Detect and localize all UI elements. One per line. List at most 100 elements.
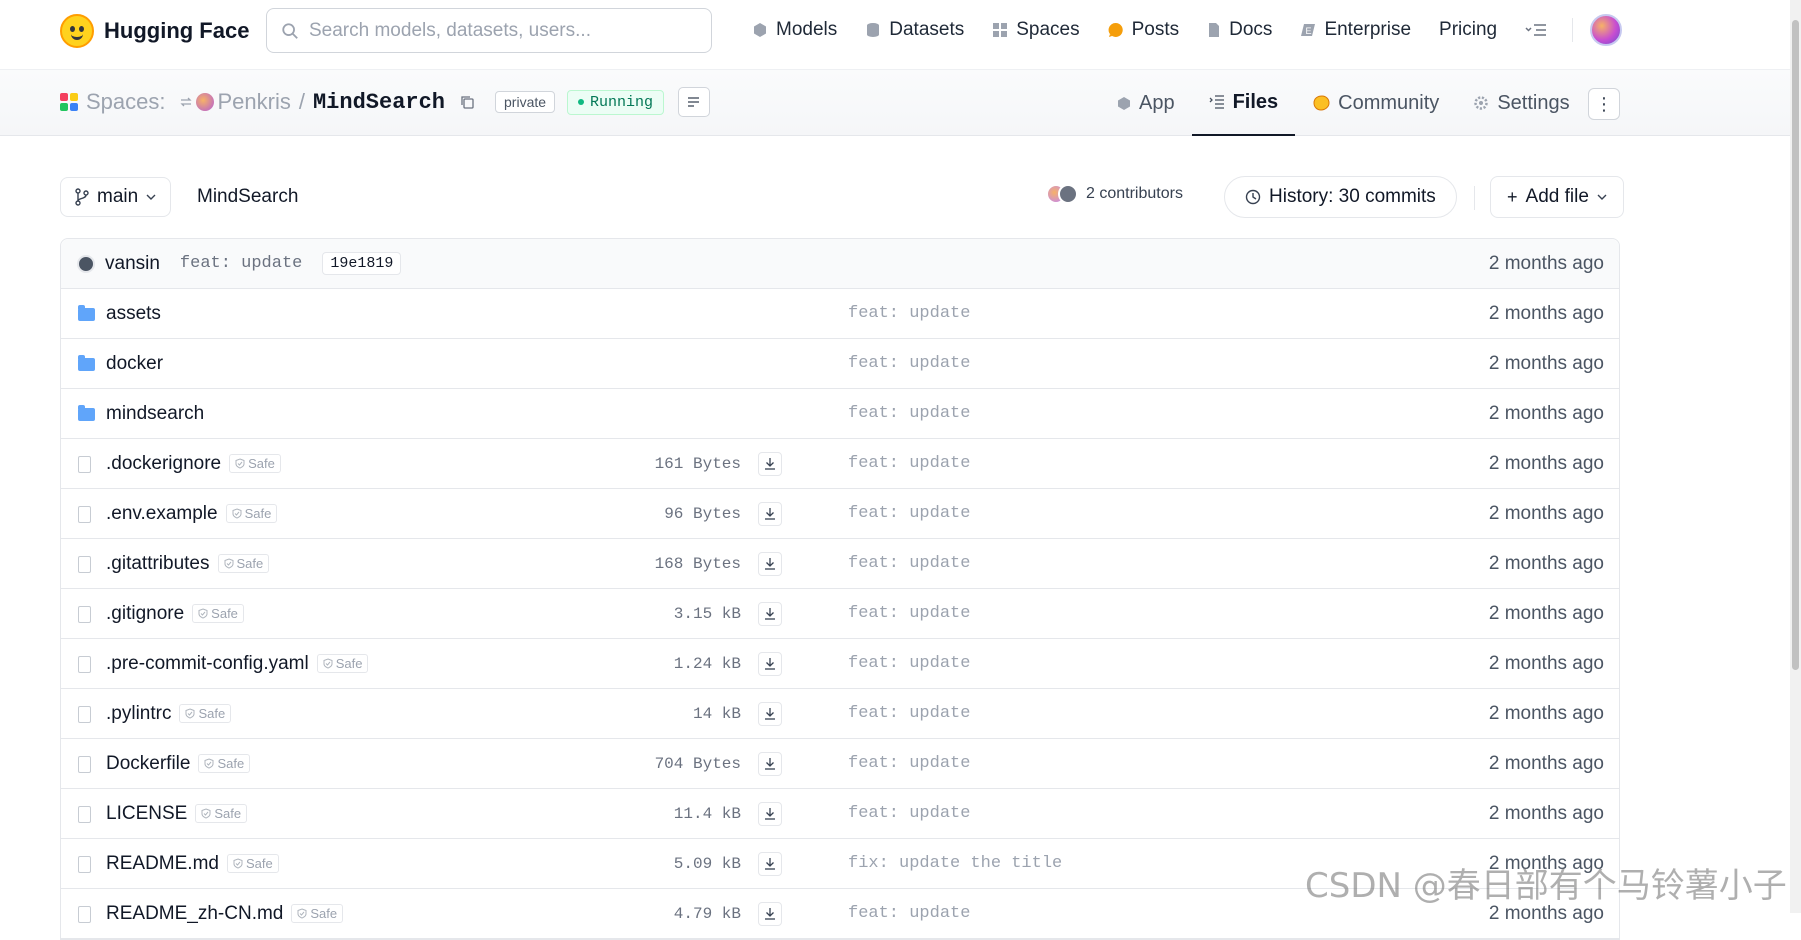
file-row[interactable]: .pre-commit-config.yaml Safe 1.24 kB feat: …	[61, 639, 1619, 689]
file-name-link[interactable]: Dockerfile Safe	[106, 753, 251, 775]
nav-posts[interactable]: Posts	[1108, 19, 1179, 41]
download-button[interactable]	[758, 851, 782, 876]
file-row[interactable]: .pylintrc Safe 14 kB feat: update 2 months a…	[61, 689, 1619, 739]
safe-badge[interactable]: Safe	[229, 454, 281, 473]
file-commit-message[interactable]: feat: update	[848, 654, 970, 673]
nav-enterprise[interactable]: E Enterprise	[1300, 19, 1411, 41]
nav-more-menu[interactable]	[1525, 23, 1547, 37]
download-button[interactable]	[758, 451, 782, 476]
file-row[interactable]: .gitattributes Safe 168 Bytes feat: update 2…	[61, 539, 1619, 589]
nav-spaces[interactable]: Spaces	[992, 19, 1080, 41]
commit-hash[interactable]: 19e1819	[322, 252, 402, 275]
add-file-button[interactable]: + Add file	[1490, 176, 1624, 218]
file-name-link[interactable]: .pre-commit-config.yaml Safe	[106, 653, 369, 675]
download-button[interactable]	[758, 801, 782, 826]
file-name-link[interactable]: .pylintrc Safe	[106, 702, 232, 725]
tab-app[interactable]: App	[1100, 70, 1192, 136]
file-commit-message[interactable]: feat: update	[848, 504, 970, 523]
nav-docs[interactable]: Docs	[1207, 19, 1272, 41]
space-breadcrumb: Spaces: Penkris / MindSearch private Run…	[60, 87, 711, 117]
tab-community[interactable]: Community	[1295, 70, 1456, 136]
shield-check-icon	[297, 908, 307, 919]
safe-badge[interactable]: Safe	[192, 604, 244, 623]
file-row[interactable]: mindsearch feat: update 2 months ago	[61, 389, 1619, 439]
file-commit-message[interactable]: fix: update the title	[848, 854, 1062, 873]
commit-message[interactable]: feat: update	[180, 254, 302, 273]
download-button[interactable]	[758, 601, 782, 626]
file-commit-message[interactable]: feat: update	[848, 304, 970, 323]
logs-button[interactable]	[678, 87, 711, 117]
status-badge[interactable]: Running	[567, 89, 665, 115]
safe-badge[interactable]: Safe	[225, 504, 278, 523]
org-switch-icon	[179, 97, 192, 107]
file-row[interactable]: assets feat: update 2 months ago	[61, 289, 1619, 339]
file-name-link[interactable]: LICENSE Safe	[106, 803, 248, 825]
file-commit-message[interactable]: feat: update	[848, 554, 970, 573]
copy-icon[interactable]	[459, 94, 475, 110]
file-name: .pylintrc	[106, 702, 172, 724]
owner-link[interactable]: Penkris	[179, 89, 291, 115]
file-name-link[interactable]: mindsearch	[106, 403, 204, 425]
user-avatar[interactable]	[1590, 14, 1622, 46]
nav-datasets[interactable]: Datasets	[865, 19, 964, 41]
path-breadcrumb[interactable]: MindSearch	[197, 186, 298, 208]
file-commit-message[interactable]: feat: update	[848, 404, 970, 423]
file-name-link[interactable]: README.md Safe	[106, 853, 279, 875]
file-commit-time: 2 months ago	[1488, 652, 1604, 674]
more-options-button[interactable]: ⋮	[1588, 88, 1620, 120]
download-button[interactable]	[758, 751, 782, 776]
file-commit-message[interactable]: feat: update	[848, 604, 970, 623]
search-box[interactable]	[266, 8, 712, 53]
commit-author[interactable]: vansin	[105, 253, 160, 275]
download-button[interactable]	[758, 651, 782, 676]
nav-docs-label: Docs	[1229, 19, 1273, 40]
file-commit-message[interactable]: feat: update	[848, 454, 970, 473]
download-button[interactable]	[758, 501, 782, 526]
search-input[interactable]	[309, 19, 689, 42]
file-row[interactable]: .gitignore Safe 3.15 kB feat: update 2 month…	[61, 589, 1619, 639]
branch-selector[interactable]: main	[60, 177, 172, 217]
safe-badge[interactable]: Safe	[179, 704, 232, 723]
file-row[interactable]: Dockerfile Safe 704 Bytes feat: update 2 mon…	[61, 739, 1619, 789]
file-commit-message[interactable]: feat: update	[848, 704, 970, 723]
contributors[interactable]: 2 contributors	[1046, 184, 1183, 204]
file-name-link[interactable]: .gitattributes Safe	[106, 553, 270, 575]
tab-settings[interactable]: Settings	[1456, 70, 1586, 136]
file-name-link[interactable]: assets	[106, 303, 161, 325]
safe-badge[interactable]: Safe	[226, 854, 279, 873]
nav-models[interactable]: Models	[752, 19, 837, 41]
file-commit-message[interactable]: feat: update	[848, 354, 970, 373]
file-icon	[78, 506, 91, 523]
file-name-link[interactable]: .gitignore Safe	[106, 603, 244, 625]
history-button[interactable]: History: 30 commits	[1224, 176, 1457, 218]
file-row[interactable]: docker feat: update 2 months ago	[61, 339, 1619, 389]
file-row[interactable]: .env.example Safe 96 Bytes feat: update 2 mo…	[61, 489, 1619, 539]
safe-badge[interactable]: Safe	[217, 554, 270, 573]
file-name-link[interactable]: README_zh-CN.md Safe	[106, 903, 344, 925]
shield-check-icon	[201, 808, 211, 819]
file-commit-message[interactable]: feat: update	[848, 904, 970, 923]
file-name-link[interactable]: .env.example Safe	[106, 503, 278, 525]
download-button[interactable]	[758, 701, 782, 726]
file-row[interactable]: LICENSE Safe 11.4 kB feat: update 2 months a…	[61, 789, 1619, 839]
committer-avatar[interactable]	[77, 254, 95, 273]
safe-badge[interactable]: Safe	[291, 904, 344, 923]
repo-name[interactable]: MindSearch	[313, 90, 445, 115]
shield-check-icon	[323, 658, 333, 669]
safe-badge[interactable]: Safe	[198, 754, 251, 773]
file-commit-message[interactable]: feat: update	[848, 754, 970, 773]
spaces-section-label[interactable]: Spaces:	[86, 89, 166, 115]
file-row[interactable]: .dockerignore Safe 161 Bytes feat: update 2 …	[61, 439, 1619, 489]
scrollbar-thumb[interactable]	[1792, 20, 1799, 670]
page-scrollbar[interactable]	[1790, 0, 1801, 913]
safe-badge[interactable]: Safe	[316, 654, 369, 673]
tab-files[interactable]: Files	[1191, 70, 1296, 136]
file-name-link[interactable]: .dockerignore Safe	[106, 453, 281, 475]
brand-logo[interactable]: Hugging Face	[60, 14, 249, 48]
download-button[interactable]	[758, 901, 782, 926]
file-name-link[interactable]: docker	[106, 353, 163, 375]
safe-badge[interactable]: Safe	[195, 804, 248, 823]
download-button[interactable]	[758, 551, 782, 576]
file-commit-message[interactable]: feat: update	[848, 804, 970, 823]
nav-pricing[interactable]: Pricing	[1439, 19, 1497, 41]
